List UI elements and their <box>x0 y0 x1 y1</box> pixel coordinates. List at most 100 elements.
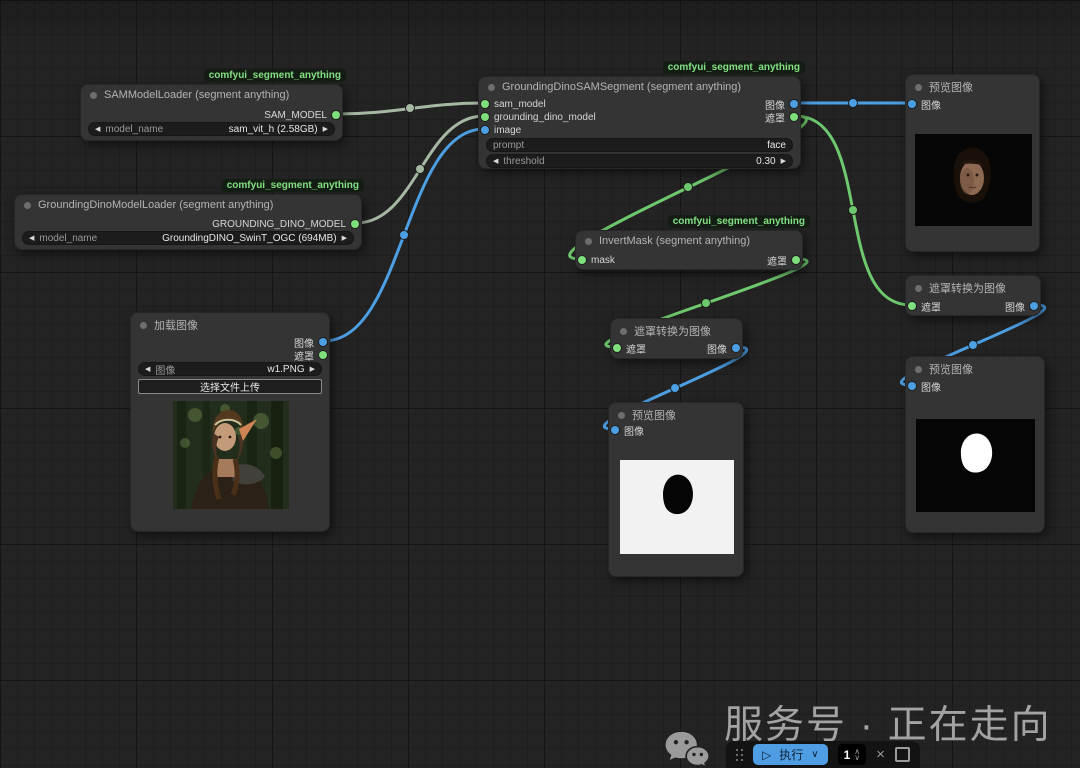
queue-toolbar[interactable]: ▷ 执行 ∨ 1 ∧ ∨ × <box>726 741 920 768</box>
node-title: 预览图像 <box>929 79 973 95</box>
widget-value: sam_vit_h (2.58GB) <box>229 124 318 135</box>
threshold-widget[interactable]: ◀ threshold 0.30 ▶ <box>486 154 793 168</box>
node-preview-inverted-mask[interactable]: 预览图像 图像 <box>608 402 744 577</box>
output-port-image[interactable]: 图像 <box>1005 300 1038 312</box>
input-port-dino-model[interactable]: grounding_dino_model <box>481 111 596 123</box>
link-midpoint-dot <box>406 104 415 113</box>
node-preview-mask[interactable]: 预览图像 图像 <box>905 356 1045 533</box>
drag-handle-icon[interactable] <box>736 749 743 761</box>
port-dot-icon[interactable] <box>351 220 359 228</box>
node-title-bar[interactable]: GroundingDinoSAMSegment (segment anythin… <box>488 81 741 93</box>
node-title: GroundingDinoModelLoader (segment anythi… <box>38 199 273 211</box>
node-title-bar[interactable]: 加载图像 <box>140 317 198 333</box>
port-dot-icon[interactable] <box>611 426 619 434</box>
port-dot-icon[interactable] <box>332 111 340 119</box>
prompt-widget[interactable]: prompt face <box>486 138 793 152</box>
prev-arrow-icon[interactable]: ◀ <box>493 157 498 165</box>
play-icon: ▷ <box>762 748 771 762</box>
next-arrow-icon[interactable]: ▶ <box>323 125 328 133</box>
spin-down-icon[interactable]: ∨ <box>854 755 860 761</box>
output-port-image[interactable]: 图像 <box>294 336 327 348</box>
port-dot-icon[interactable] <box>792 256 800 264</box>
output-port-image[interactable]: 图像 <box>707 342 740 354</box>
prev-arrow-icon[interactable]: ◀ <box>29 234 34 242</box>
node-preview-face[interactable]: 预览图像 图像 <box>905 74 1040 252</box>
collapse-dot-icon[interactable] <box>140 322 147 329</box>
batch-count-stepper[interactable]: 1 ∧ ∨ <box>838 744 867 765</box>
input-port-image[interactable]: 图像 <box>908 380 941 392</box>
output-port-image[interactable]: 图像 <box>765 98 798 110</box>
run-button[interactable]: ▷ 执行 ∨ <box>753 744 828 765</box>
port-dot-icon[interactable] <box>578 256 586 264</box>
input-port-mask[interactable]: mask <box>578 254 615 266</box>
model-name-widget[interactable]: ◀ model_name GroundingDINO_SwinT_OGC (69… <box>22 231 354 245</box>
port-dot-icon[interactable] <box>908 100 916 108</box>
collapse-dot-icon[interactable] <box>915 84 922 91</box>
output-port-sam-model[interactable]: SAM_MODEL <box>264 109 340 121</box>
collapse-dot-icon[interactable] <box>618 412 625 419</box>
node-title-bar[interactable]: 预览图像 <box>915 79 973 95</box>
node-mask-to-image-center[interactable]: 遮罩转换为图像 遮罩 图像 <box>610 318 743 359</box>
stop-icon[interactable] <box>895 747 910 762</box>
port-dot-icon[interactable] <box>790 113 798 121</box>
node-title-bar[interactable]: 预览图像 <box>618 407 676 423</box>
node-title-bar[interactable]: GroundingDinoModelLoader (segment anythi… <box>24 199 273 211</box>
node-load-image[interactable]: 加载图像 图像 遮罩 ◀ 图像 w1.PNG ▶ 选择文件上传 <box>130 312 330 532</box>
collapse-dot-icon[interactable] <box>915 285 922 292</box>
collapse-dot-icon[interactable] <box>24 202 31 209</box>
port-dot-icon[interactable] <box>319 338 327 346</box>
output-port-mask[interactable]: 遮罩 <box>767 254 800 266</box>
next-arrow-icon[interactable]: ▶ <box>342 234 347 242</box>
port-dot-icon[interactable] <box>732 344 740 352</box>
prev-arrow-icon[interactable]: ◀ <box>145 365 150 373</box>
image-file-widget[interactable]: ◀ 图像 w1.PNG ▶ <box>138 362 322 376</box>
model-name-widget[interactable]: ◀ model_name sam_vit_h (2.58GB) ▶ <box>88 122 335 136</box>
node-title-bar[interactable]: 遮罩转换为图像 <box>620 323 711 339</box>
input-port-image[interactable]: 图像 <box>908 98 941 110</box>
node-title-bar[interactable]: SAMModelLoader (segment anything) <box>90 89 289 101</box>
node-title: 预览图像 <box>929 361 973 377</box>
input-port-sam-model[interactable]: sam_model <box>481 98 546 110</box>
prev-arrow-icon[interactable]: ◀ <box>95 125 100 133</box>
node-dino-model-loader[interactable]: comfyui_segment_anything GroundingDinoMo… <box>14 194 362 250</box>
port-dot-icon[interactable] <box>481 100 489 108</box>
collapse-dot-icon[interactable] <box>90 92 97 99</box>
input-port-image[interactable]: 图像 <box>611 424 644 436</box>
link-midpoint-dot <box>969 341 978 350</box>
collapse-dot-icon[interactable] <box>915 366 922 373</box>
port-dot-icon[interactable] <box>790 100 798 108</box>
upload-file-button[interactable]: 选择文件上传 <box>138 379 322 394</box>
output-port-mask[interactable]: 遮罩 <box>294 349 327 361</box>
node-mask-to-image-right[interactable]: 遮罩转换为图像 遮罩 图像 <box>905 275 1041 316</box>
node-graph-canvas[interactable]: comfyui_segment_anything SAMModelLoader … <box>0 0 1080 768</box>
input-port-mask[interactable]: 遮罩 <box>613 342 646 354</box>
collapse-dot-icon[interactable] <box>488 84 495 91</box>
node-sam-model-loader[interactable]: comfyui_segment_anything SAMModelLoader … <box>80 84 343 141</box>
clear-queue-icon[interactable]: × <box>876 747 885 762</box>
node-title-bar[interactable]: 预览图像 <box>915 361 973 377</box>
run-button-label: 执行 <box>779 746 803 763</box>
node-title-bar[interactable]: 遮罩转换为图像 <box>915 280 1006 296</box>
node-dino-sam-segment[interactable]: comfyui_segment_anything GroundingDinoSA… <box>478 76 801 169</box>
port-dot-icon[interactable] <box>908 382 916 390</box>
port-dot-icon[interactable] <box>481 126 489 134</box>
next-arrow-icon[interactable]: ▶ <box>781 157 786 165</box>
input-port-mask[interactable]: 遮罩 <box>908 300 941 312</box>
port-dot-icon[interactable] <box>481 113 489 121</box>
port-label: sam_model <box>494 99 546 110</box>
port-dot-icon[interactable] <box>1030 302 1038 310</box>
collapse-dot-icon[interactable] <box>585 238 592 245</box>
next-arrow-icon[interactable]: ▶ <box>310 365 315 373</box>
collapse-dot-icon[interactable] <box>620 328 627 335</box>
node-invert-mask[interactable]: comfyui_segment_anything InvertMask (seg… <box>575 230 803 270</box>
output-port-dino-model[interactable]: GROUNDING_DINO_MODEL <box>212 218 359 230</box>
port-label: 图像 <box>624 423 644 438</box>
port-dot-icon[interactable] <box>319 351 327 359</box>
chevron-down-icon[interactable]: ∨ <box>811 749 818 760</box>
port-dot-icon[interactable] <box>908 302 916 310</box>
port-dot-icon[interactable] <box>613 344 621 352</box>
preview-image-face <box>915 134 1032 226</box>
node-title-bar[interactable]: InvertMask (segment anything) <box>585 235 750 247</box>
output-port-mask[interactable]: 遮罩 <box>765 111 798 123</box>
input-port-image[interactable]: image <box>481 124 521 136</box>
